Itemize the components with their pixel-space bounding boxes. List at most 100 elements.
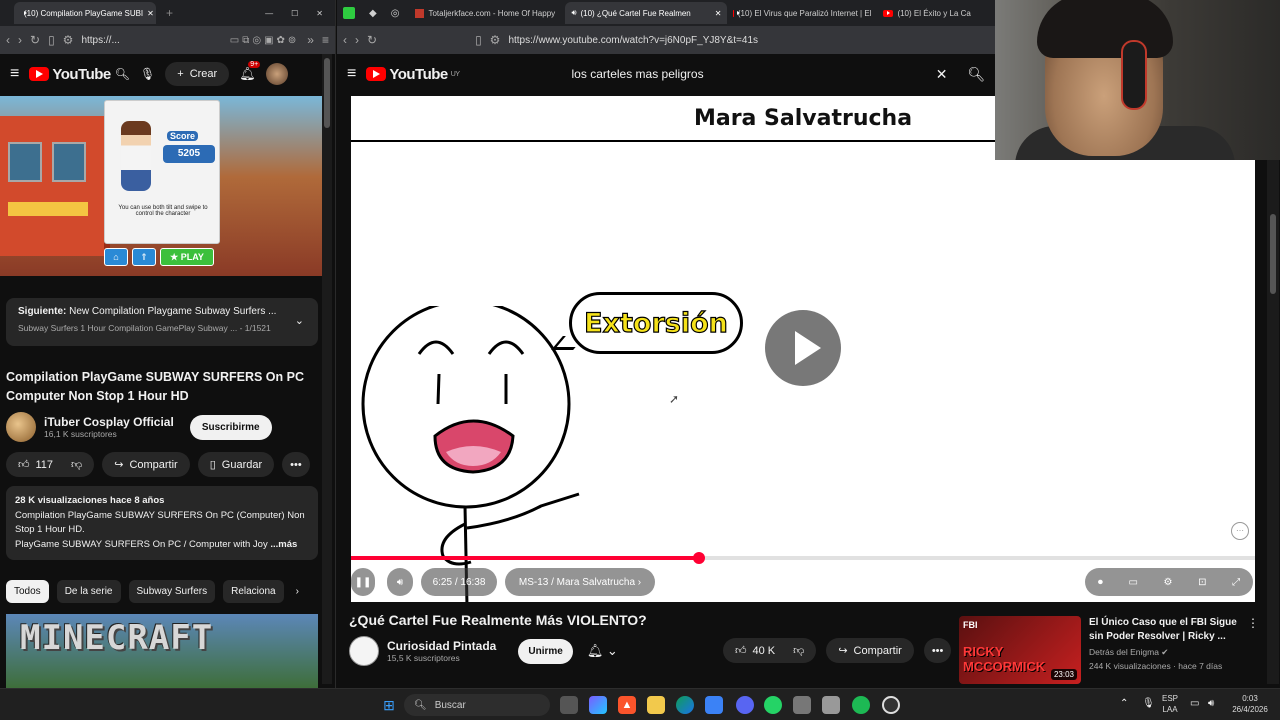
more-actions-button[interactable]: •••	[282, 452, 310, 477]
chevron-right-icon[interactable]: ›	[292, 580, 303, 603]
left-url-field[interactable]: https://...	[81, 35, 119, 46]
left-tab-active[interactable]: (10) Compilation PlayGame SUBI ✕	[14, 2, 156, 24]
autoplay-toggle[interactable]: ⏺	[1098, 577, 1103, 588]
chip-subway-surfers[interactable]: Subway Surfers	[128, 580, 216, 603]
brave-icon[interactable]: ▲	[618, 696, 636, 714]
tools-icon[interactable]	[793, 696, 811, 714]
description-box[interactable]: 28 K visualizaciones hace 8 años Compila…	[6, 486, 318, 560]
language-indicator[interactable]: ESP LAA	[1162, 693, 1178, 715]
recommended-thumbnail[interactable]: FBI RICKY MCCORMICK 23:03	[959, 616, 1081, 684]
subtitles-icon[interactable]: ▭	[1128, 577, 1137, 588]
close-window-icon[interactable]: ✕	[316, 9, 323, 18]
menu-icon[interactable]: ≡	[322, 33, 329, 47]
close-tab-icon[interactable]: ✕	[715, 9, 722, 18]
clear-search-icon[interactable]: ✕	[936, 66, 948, 83]
like-button[interactable]: 👍︎ 117 👎︎	[6, 452, 95, 477]
chevron-down-icon[interactable]: ⌄	[295, 314, 304, 327]
forward-icon[interactable]: ›	[18, 33, 22, 47]
site-settings-icon[interactable]: ⚙	[490, 33, 501, 47]
left-scroll-thumb[interactable]	[324, 58, 330, 128]
back-icon[interactable]: ‹	[6, 33, 10, 47]
spotify-icon[interactable]	[852, 696, 870, 714]
volume-tray-icon[interactable]: 🔊︎	[1208, 698, 1214, 709]
youtube-logo[interactable]: YouTube	[29, 66, 111, 83]
right-url-field[interactable]: https://www.youtube.com/watch?v=j6N0pF_Y…	[508, 35, 758, 46]
store-icon[interactable]	[705, 696, 723, 714]
left-scrollbar[interactable]	[322, 54, 332, 684]
new-tab-icon[interactable]: +	[166, 6, 173, 20]
pinned-tab-icon-2[interactable]: ◆	[369, 8, 377, 19]
notifications-icon[interactable]: 🔔︎ 9+	[239, 61, 261, 82]
chip-all[interactable]: Todos	[6, 580, 49, 603]
chip-series[interactable]: De la serie	[56, 580, 121, 603]
tab-active-video[interactable]: 🔊︎ (10) ¿Qué Cartel Fue Realmen ✕	[565, 2, 728, 24]
like-button[interactable]: 👍︎ 40 K 👎︎	[723, 638, 817, 663]
thumbs-down-icon[interactable]: 👎︎	[71, 458, 82, 471]
maximize-icon[interactable]: ☐	[291, 9, 298, 18]
file-explorer-icon[interactable]	[647, 696, 665, 714]
right-scroll-thumb[interactable]	[1270, 214, 1276, 294]
tab-virus-video[interactable]: (10) El Virus que Paralizó Internet | El	[727, 2, 877, 24]
search-icon[interactable]: 🔍︎	[115, 67, 130, 81]
kebab-menu-icon[interactable]: ⋮	[1247, 616, 1259, 688]
edge-icon[interactable]	[676, 696, 694, 714]
extension-icons[interactable]: ▭⧉◎▣✿⊚	[230, 35, 300, 46]
large-play-icon[interactable]	[765, 310, 841, 386]
tab-totaljerkface[interactable]: Totaljerkface.com - Home Of Happy	[409, 2, 565, 24]
now-playing-thumbnail[interactable]: Score 5205 You can use both tilt and swi…	[0, 96, 322, 276]
hamburger-icon[interactable]: ≡	[347, 65, 356, 83]
create-button[interactable]: + Crear	[165, 62, 230, 86]
thumbs-down-icon[interactable]: 👎︎	[793, 644, 804, 657]
show-more-link[interactable]: ...más	[270, 539, 297, 550]
task-view-icon[interactable]	[560, 696, 578, 714]
recommended-thumbnail[interactable]: MINECRAFT	[6, 614, 318, 688]
back-icon[interactable]: ‹	[343, 33, 347, 47]
up-next-card[interactable]: Siguiente: New Compilation Playgame Subw…	[6, 298, 318, 346]
progress-bar[interactable]	[351, 552, 1255, 564]
tab-exito-video[interactable]: (10) El Éxito y La Ca	[877, 2, 987, 24]
discord-icon[interactable]	[736, 696, 754, 714]
subscribe-button[interactable]: Suscribirme	[189, 414, 272, 440]
recommended-video[interactable]: FBI RICKY MCCORMICK 23:03 El Único Caso …	[959, 616, 1259, 688]
fullscreen-icon[interactable]: ⤢	[1232, 577, 1240, 588]
pinned-tab-icon-1[interactable]	[343, 7, 355, 19]
search-box[interactable]: los carteles mas peligros ✕	[562, 60, 958, 88]
chip-related[interactable]: Relaciona	[223, 580, 284, 603]
video-player[interactable]: Mara Salvatrucha Extorsión ➚ ⋯ ❚❚ 🔊︎ 6:2…	[351, 96, 1255, 602]
mic-tray-icon[interactable]: 🎙︎	[1142, 698, 1155, 709]
site-settings-icon[interactable]: ⚙	[63, 33, 74, 47]
obs-icon[interactable]	[882, 696, 900, 714]
pinned-tab-icon-3[interactable]: ◎	[391, 8, 400, 19]
taskbar-search[interactable]: 🔍︎ Buscar	[404, 694, 550, 716]
mic-icon[interactable]: 🎙︎	[140, 67, 155, 81]
account-avatar[interactable]	[265, 63, 288, 85]
youtube-logo[interactable]: YouTube UY	[366, 66, 460, 83]
pause-button[interactable]: ❚❚	[351, 568, 375, 596]
forward-icon[interactable]: ›	[355, 33, 359, 47]
copilot-icon[interactable]	[589, 696, 607, 714]
channel-name[interactable]: Curiosidad Pintada	[387, 639, 496, 653]
bell-icon[interactable]: 🔔︎ ⌄	[587, 643, 618, 659]
channel-avatar[interactable]	[6, 412, 36, 442]
bookmark-icon[interactable]: ▯	[48, 33, 55, 47]
search-input[interactable]: los carteles mas peligros	[572, 67, 704, 81]
hamburger-icon[interactable]: ≡	[10, 65, 19, 83]
recommended-title[interactable]: El Único Caso que el FBI Sigue sin Poder…	[1089, 616, 1239, 644]
join-button[interactable]: Unirme	[518, 638, 573, 664]
reload-icon[interactable]: ↻	[30, 33, 40, 47]
share-button[interactable]: ↪ Compartir	[826, 638, 914, 663]
channel-name[interactable]: iTuber Cosplay Official	[44, 415, 174, 429]
tray-chevron-icon[interactable]: ⌃	[1120, 698, 1128, 709]
theater-mode-icon[interactable]: ⊡	[1198, 577, 1206, 588]
volume-button[interactable]: 🔊︎	[387, 568, 413, 596]
clock[interactable]: 0:03 26/4/2026	[1228, 693, 1272, 715]
search-button-icon[interactable]: 🔍︎	[968, 66, 986, 83]
more-actions-button[interactable]: •••	[923, 638, 952, 663]
channel-avatar[interactable]	[349, 636, 379, 666]
progress-scrubber[interactable]	[693, 552, 706, 564]
network-icon[interactable]: ▭	[1190, 698, 1199, 709]
whatsapp-icon[interactable]	[764, 696, 782, 714]
close-tab-icon[interactable]: ✕	[147, 9, 154, 18]
minimize-icon[interactable]: —	[265, 9, 273, 18]
save-button[interactable]: ▯ Guardar	[197, 452, 275, 477]
